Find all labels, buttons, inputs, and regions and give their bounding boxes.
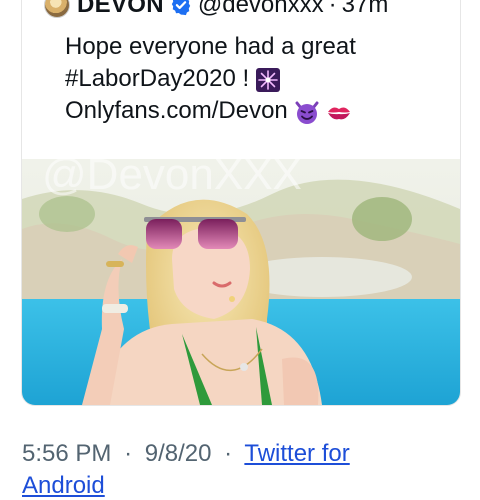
tweet-footer: 5:56 PM · 9/8/20 · Twitter for: [22, 440, 350, 468]
tweet-text: Hope everyone had a great #LaborDay2020 …: [65, 31, 460, 127]
verified-badge-icon: [171, 0, 191, 16]
tweet-time[interactable]: 5:56 PM: [22, 440, 111, 467]
tweet-header: DEVON @devonxxx · 37m: [44, 0, 388, 21]
image-watermark: @DevonXXX: [42, 159, 302, 199]
header-separator: ·: [328, 0, 337, 18]
avatar[interactable]: [44, 0, 70, 18]
author-handle[interactable]: @devonxxx: [198, 0, 324, 19]
tweet-relative-time[interactable]: 37m: [342, 0, 389, 19]
smiling-devil-emoji-icon: [295, 101, 319, 124]
tweet-text-line-2: #LaborDay2020 !: [65, 63, 460, 95]
tweet-text-line-1: Hope everyone had a great: [65, 33, 356, 60]
tweet-source-link-line2[interactable]: Android: [22, 472, 105, 500]
tweet-text-line-3: Onlyfans.com/Devon: [65, 95, 460, 127]
onlyfans-link[interactable]: Onlyfans.com/Devon: [65, 97, 288, 124]
footer-separator-1: ·: [124, 440, 133, 467]
tweet-date[interactable]: 9/8/20: [145, 440, 212, 467]
footer-separator-2: ·: [224, 440, 233, 467]
sparkler-emoji-icon: [256, 67, 281, 92]
hashtag-link[interactable]: #LaborDay2020 !: [65, 65, 249, 92]
tweet-photo-illustration: @DevonXXX: [22, 159, 460, 405]
kiss-mark-emoji-icon: [327, 107, 350, 120]
tweet-image[interactable]: @DevonXXX: [22, 159, 460, 405]
author-name[interactable]: DEVON: [77, 0, 164, 19]
tweet-card[interactable]: DEVON @devonxxx · 37m Hope everyone had …: [21, 0, 461, 406]
tweet-source-link[interactable]: Twitter for: [244, 440, 349, 467]
